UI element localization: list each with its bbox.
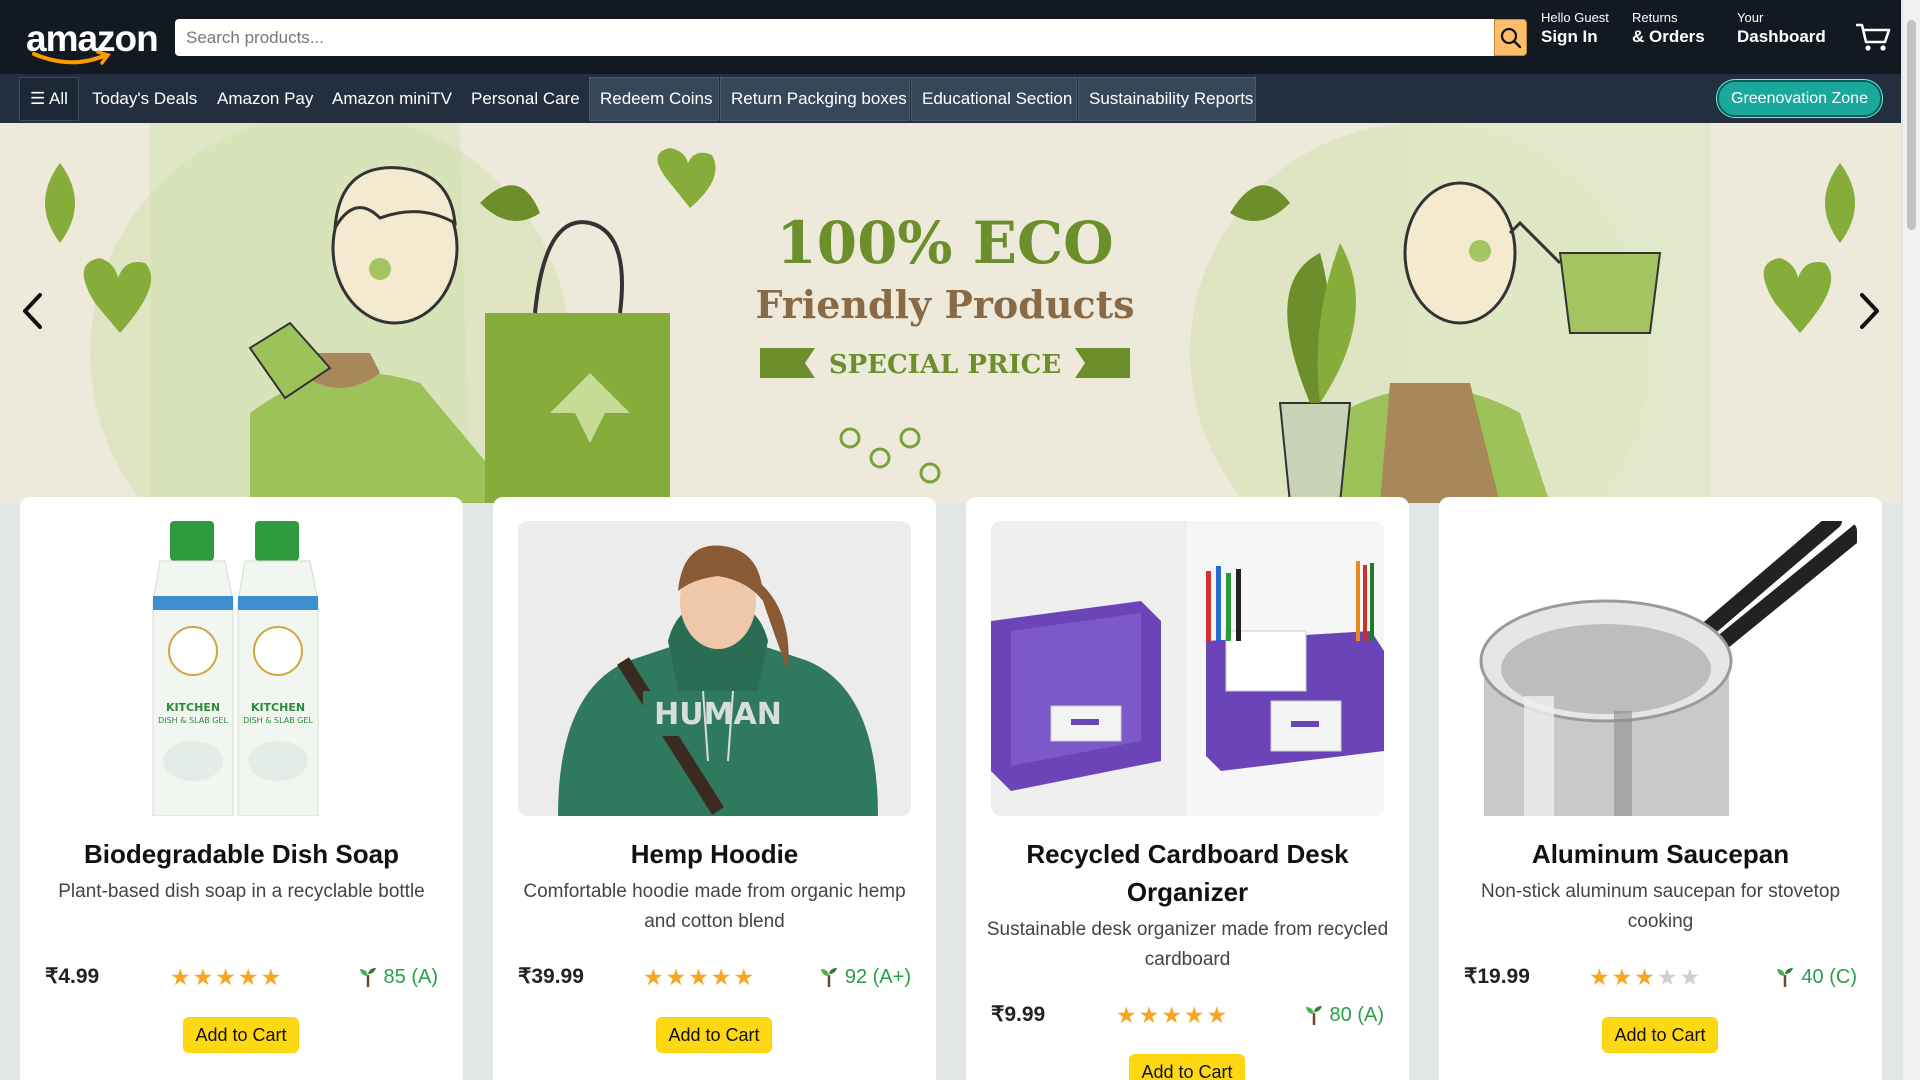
nav-return-packaging[interactable]: Return Packging boxes [720, 77, 910, 121]
chevron-right-icon [1860, 293, 1879, 329]
product-title[interactable]: Aluminum Saucepan [1459, 835, 1862, 873]
product-image[interactable] [1464, 521, 1857, 816]
sprout-icon [1777, 968, 1794, 987]
returns-big-text: & Orders [1632, 27, 1705, 46]
product-image[interactable]: KITCHEN DISH & SLAB GEL KITCHEN DISH & S… [45, 521, 438, 816]
nav-bar: ☰ All Today's Deals Amazon Pay Amazon mi… [0, 74, 1901, 123]
sprout-icon [1305, 1006, 1322, 1025]
desk-organizer-image [991, 521, 1384, 816]
product-title[interactable]: Recycled Cardboard Desk Organizer [986, 835, 1389, 911]
nav-amazon-pay[interactable]: Amazon Pay [207, 74, 323, 123]
nav-all-menu[interactable]: ☰ All [19, 77, 79, 121]
sign-in-label: Sign In [1541, 27, 1598, 46]
svg-text:KITCHEN: KITCHEN [166, 701, 220, 714]
cart-icon [1856, 23, 1891, 51]
nav-redeem-coins[interactable]: Redeem Coins [589, 77, 719, 121]
product-description: Comfortable hoodie made from organic hem… [523, 881, 906, 932]
product-meta-row: ₹9.99 ★★★★★ 80 (A) [991, 1000, 1384, 1030]
product-description: Sustainable desk organizer made from rec… [986, 919, 1389, 970]
product-title[interactable]: Hemp Hoodie [513, 835, 916, 873]
carousel-next-button[interactable] [1858, 291, 1882, 338]
greenovation-zone-button[interactable]: Greenovation Zone [1717, 80, 1882, 117]
nav-sustainability-reports[interactable]: Sustainability Reports [1078, 77, 1256, 121]
add-to-cart-button[interactable]: Add to Cart [1602, 1017, 1718, 1053]
hero-banner[interactable]: 100% ECO Friendly Products SPECIAL PRICE [0, 123, 1901, 503]
product-title[interactable]: Biodegradable Dish Soap [40, 835, 443, 873]
eco-score: 80 (A) [1304, 1000, 1384, 1030]
cart-button[interactable] [1855, 22, 1891, 57]
product-card[interactable]: HUMAN Hemp Hoodie Comfortable hoodie mad… [493, 497, 936, 1080]
product-image[interactable]: HUMAN [518, 521, 911, 816]
product-price: ₹9.99 [991, 1003, 1046, 1026]
nav-personal-care[interactable]: Personal Care [461, 74, 590, 123]
eco-score: 92 (A+) [819, 962, 911, 992]
eco-score-value: 92 (A+) [844, 966, 911, 988]
carousel-prev-button[interactable] [20, 291, 44, 338]
rating-stars: ★★★★★ [170, 964, 284, 990]
product-card[interactable]: Aluminum Saucepan Non-stick aluminum sau… [1439, 497, 1882, 1080]
search-button[interactable] [1494, 19, 1527, 56]
hemp-hoodie-image: HUMAN [518, 521, 911, 816]
product-image[interactable] [991, 521, 1384, 816]
add-to-cart-button[interactable]: Add to Cart [1129, 1054, 1245, 1080]
scrollbar-thumb[interactable] [1907, 20, 1916, 230]
product-card[interactable]: Recycled Cardboard Desk Organizer Sustai… [966, 497, 1409, 1080]
nav-educational-section[interactable]: Educational Section [911, 77, 1077, 121]
returns-orders-link[interactable]: Returns & Orders [1632, 10, 1705, 49]
saucepan-image [1464, 521, 1857, 816]
product-price: ₹19.99 [1464, 965, 1530, 988]
banner-line2: Friendly Products [755, 282, 1134, 327]
chevron-left-icon [23, 293, 42, 329]
eco-score-value: 40 (C) [1801, 966, 1857, 988]
greeting-text: Hello Guest [1541, 10, 1609, 25]
top-header: amazon Hello Guest Sign In Returns & Ord… [0, 0, 1901, 74]
product-meta-row: ₹19.99 ★★★★★ 40 (C) [1464, 962, 1857, 992]
search-icon [1500, 27, 1521, 48]
sign-in-link[interactable]: Hello Guest Sign In [1541, 10, 1609, 49]
eco-score-value: 85 (A) [383, 966, 438, 988]
dashboard-big-text: Dashboard [1737, 27, 1826, 46]
amazon-logo[interactable]: amazon [26, 14, 159, 65]
add-to-cart-button[interactable]: Add to Cart [656, 1017, 772, 1053]
svg-text:KITCHEN: KITCHEN [251, 701, 305, 714]
smile-arrow-icon [32, 50, 111, 65]
svg-text:HUMAN: HUMAN [654, 697, 782, 732]
page-scrollbar[interactable] [1903, 0, 1920, 1080]
product-description: Plant-based dish soap in a recyclable bo… [58, 881, 425, 902]
product-grid: KITCHEN DISH & SLAB GEL KITCHEN DISH & S… [0, 497, 1901, 1080]
rating-stars: ★★★★★ [643, 964, 757, 990]
product-meta-row: ₹39.99 ★★★★★ 92 (A+) [518, 962, 911, 992]
banner-illustration: 100% ECO Friendly Products SPECIAL PRICE [0, 123, 1901, 503]
sprout-icon [359, 968, 376, 987]
banner-line1: 100% ECO [776, 209, 1113, 277]
search-input[interactable] [175, 19, 1494, 56]
eco-score-value: 80 (A) [1329, 1004, 1384, 1026]
rating-stars: ★★★★★ [1589, 964, 1703, 990]
product-description: Non-stick aluminum saucepan for stovetop… [1480, 881, 1841, 932]
product-price: ₹4.99 [45, 965, 100, 988]
banner-line3: SPECIAL PRICE [829, 350, 1061, 380]
nav-todays-deals[interactable]: Today's Deals [82, 74, 207, 123]
svg-text:DISH & SLAB GEL: DISH & SLAB GEL [158, 716, 228, 725]
sprout-icon [820, 968, 837, 987]
product-meta-row: ₹4.99 ★★★★★ 85 (A) [45, 962, 438, 992]
dashboard-small-text: Your [1737, 10, 1764, 25]
product-card[interactable]: KITCHEN DISH & SLAB GEL KITCHEN DISH & S… [20, 497, 463, 1080]
search-bar [175, 19, 1527, 56]
rating-stars: ★★★★★ [1116, 1002, 1230, 1028]
svg-text:DISH & SLAB GEL: DISH & SLAB GEL [243, 716, 313, 725]
eco-score: 85 (A) [358, 962, 438, 992]
dashboard-link[interactable]: Your Dashboard [1737, 10, 1826, 49]
dish-soap-image: KITCHEN DISH & SLAB GEL KITCHEN DISH & S… [45, 521, 438, 816]
nav-amazon-minitv[interactable]: Amazon miniTV [322, 74, 462, 123]
returns-small-text: Returns [1632, 10, 1678, 25]
eco-score: 40 (C) [1775, 962, 1857, 992]
product-price: ₹39.99 [518, 965, 584, 988]
add-to-cart-button[interactable]: Add to Cart [183, 1017, 299, 1053]
